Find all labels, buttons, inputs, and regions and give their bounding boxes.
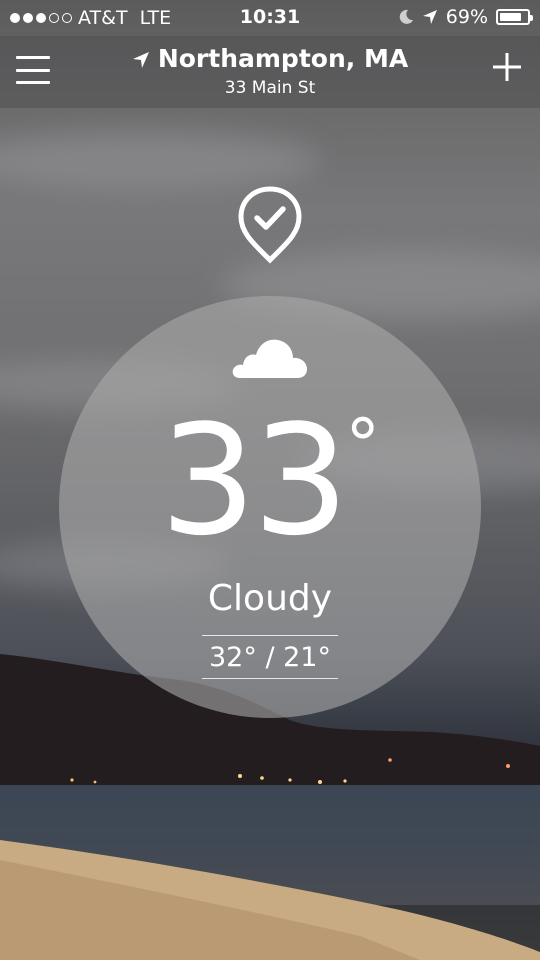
street-label: 33 Main St [224,78,316,98]
current-temperature: 33° [0,405,540,557]
high-low-temperature: 32° / 21° [202,635,338,679]
status-bar: AT&T LTE 10:31 69% [0,0,540,36]
plus-icon[interactable] [490,50,524,84]
location-title[interactable]: Northampton, MA [0,44,540,73]
location-services-icon [422,10,437,24]
degree-symbol: ° [345,404,381,486]
location-check-pin-icon[interactable] [238,186,302,264]
nav-bar: Northampton, MA 33 Main St [0,36,540,108]
location-arrow-icon [132,52,149,68]
moon-icon [399,9,413,24]
battery-icon [496,9,533,25]
cloud-icon [232,339,307,378]
city-label: Northampton, MA [157,44,409,73]
temperature-value: 33 [159,392,349,569]
weather-condition: Cloudy [207,578,333,619]
battery-percent: 69% [445,6,488,28]
